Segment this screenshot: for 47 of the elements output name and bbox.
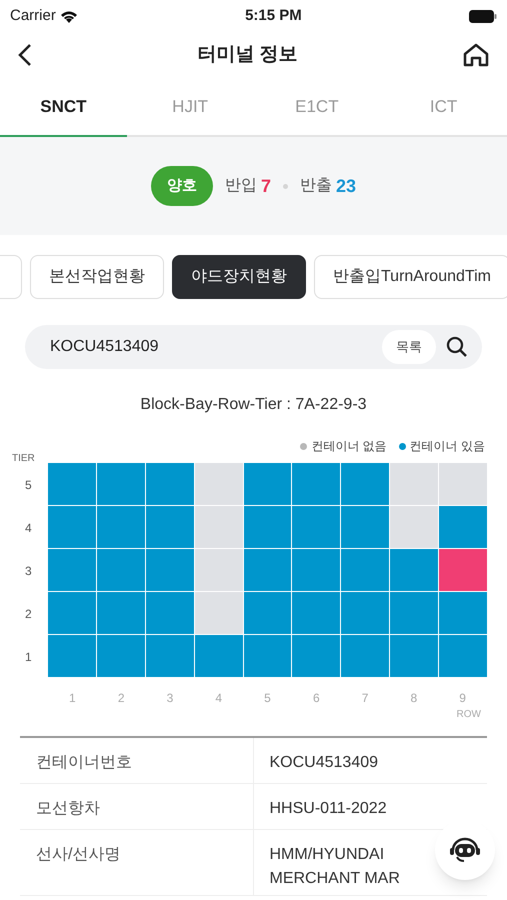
detail-label: 선사/선사명 (20, 830, 254, 895)
count-label: 반입 (224, 176, 257, 196)
search-field[interactable]: KOCU4513409 목록 (25, 325, 482, 369)
row-label: 9 (458, 690, 467, 707)
tier-label: 4 (24, 520, 33, 536)
menu-chip[interactable]: 본선작업현황 (30, 255, 164, 299)
count-value: 7 (260, 174, 271, 198)
detail-value: KOCU4513409 (270, 754, 378, 771)
tier-label: 5 (24, 476, 33, 494)
row-label: 1 (68, 690, 77, 707)
clock-label: 5:15 PM (245, 6, 302, 26)
location-title: Block-Bay-Row-Tier : 7A-22-9-3 (140, 395, 367, 415)
tier-label: 1 (24, 648, 33, 666)
axis-label: TIER (12, 455, 36, 463)
detail-value: HMM/HYUNDAI MERCHANT MAR (270, 846, 400, 887)
detail-value: HHSU-011-2022 (270, 800, 387, 817)
legend-label: 컨테이너 있음 (410, 438, 485, 455)
search-icon[interactable] (446, 336, 468, 358)
row-label: 5 (263, 690, 272, 707)
axis-label: ROW (456, 708, 481, 722)
back-icon (18, 43, 32, 67)
carrier-label: Carrier (10, 6, 56, 26)
row-label: 7 (360, 690, 370, 707)
back-button[interactable] (18, 43, 32, 67)
row-label: 8 (410, 690, 418, 707)
menu-chip[interactable]: 반출입TurnAroundTim (314, 255, 507, 299)
row-label: 3 (166, 690, 174, 707)
home-button[interactable] (463, 43, 489, 67)
row-label: 2 (116, 690, 126, 707)
row-label: 6 (312, 690, 321, 707)
page-title: 터미널 정보 (197, 42, 298, 67)
detail-label: 컨테이너번호 (20, 738, 254, 783)
list-button[interactable]: 목록 (382, 330, 436, 364)
battery-icon (468, 10, 497, 22)
status-badge: 양호 (150, 166, 213, 206)
legend-label: 컨테이너 없음 (311, 438, 387, 455)
tier-label: 2 (24, 606, 33, 622)
tier-label: 3 (24, 562, 33, 580)
detail-label: 모선항차 (20, 784, 254, 829)
wifi-icon (60, 10, 78, 22)
home-icon (463, 43, 489, 67)
row-label: 4 (214, 690, 224, 707)
menu-chip[interactable]: 야드장치현황 (172, 255, 306, 299)
search-value: KOCU4513409 (50, 337, 160, 357)
count-label: 반출 (300, 176, 332, 196)
robot-icon (449, 836, 481, 864)
count-value: 23 (336, 174, 356, 198)
